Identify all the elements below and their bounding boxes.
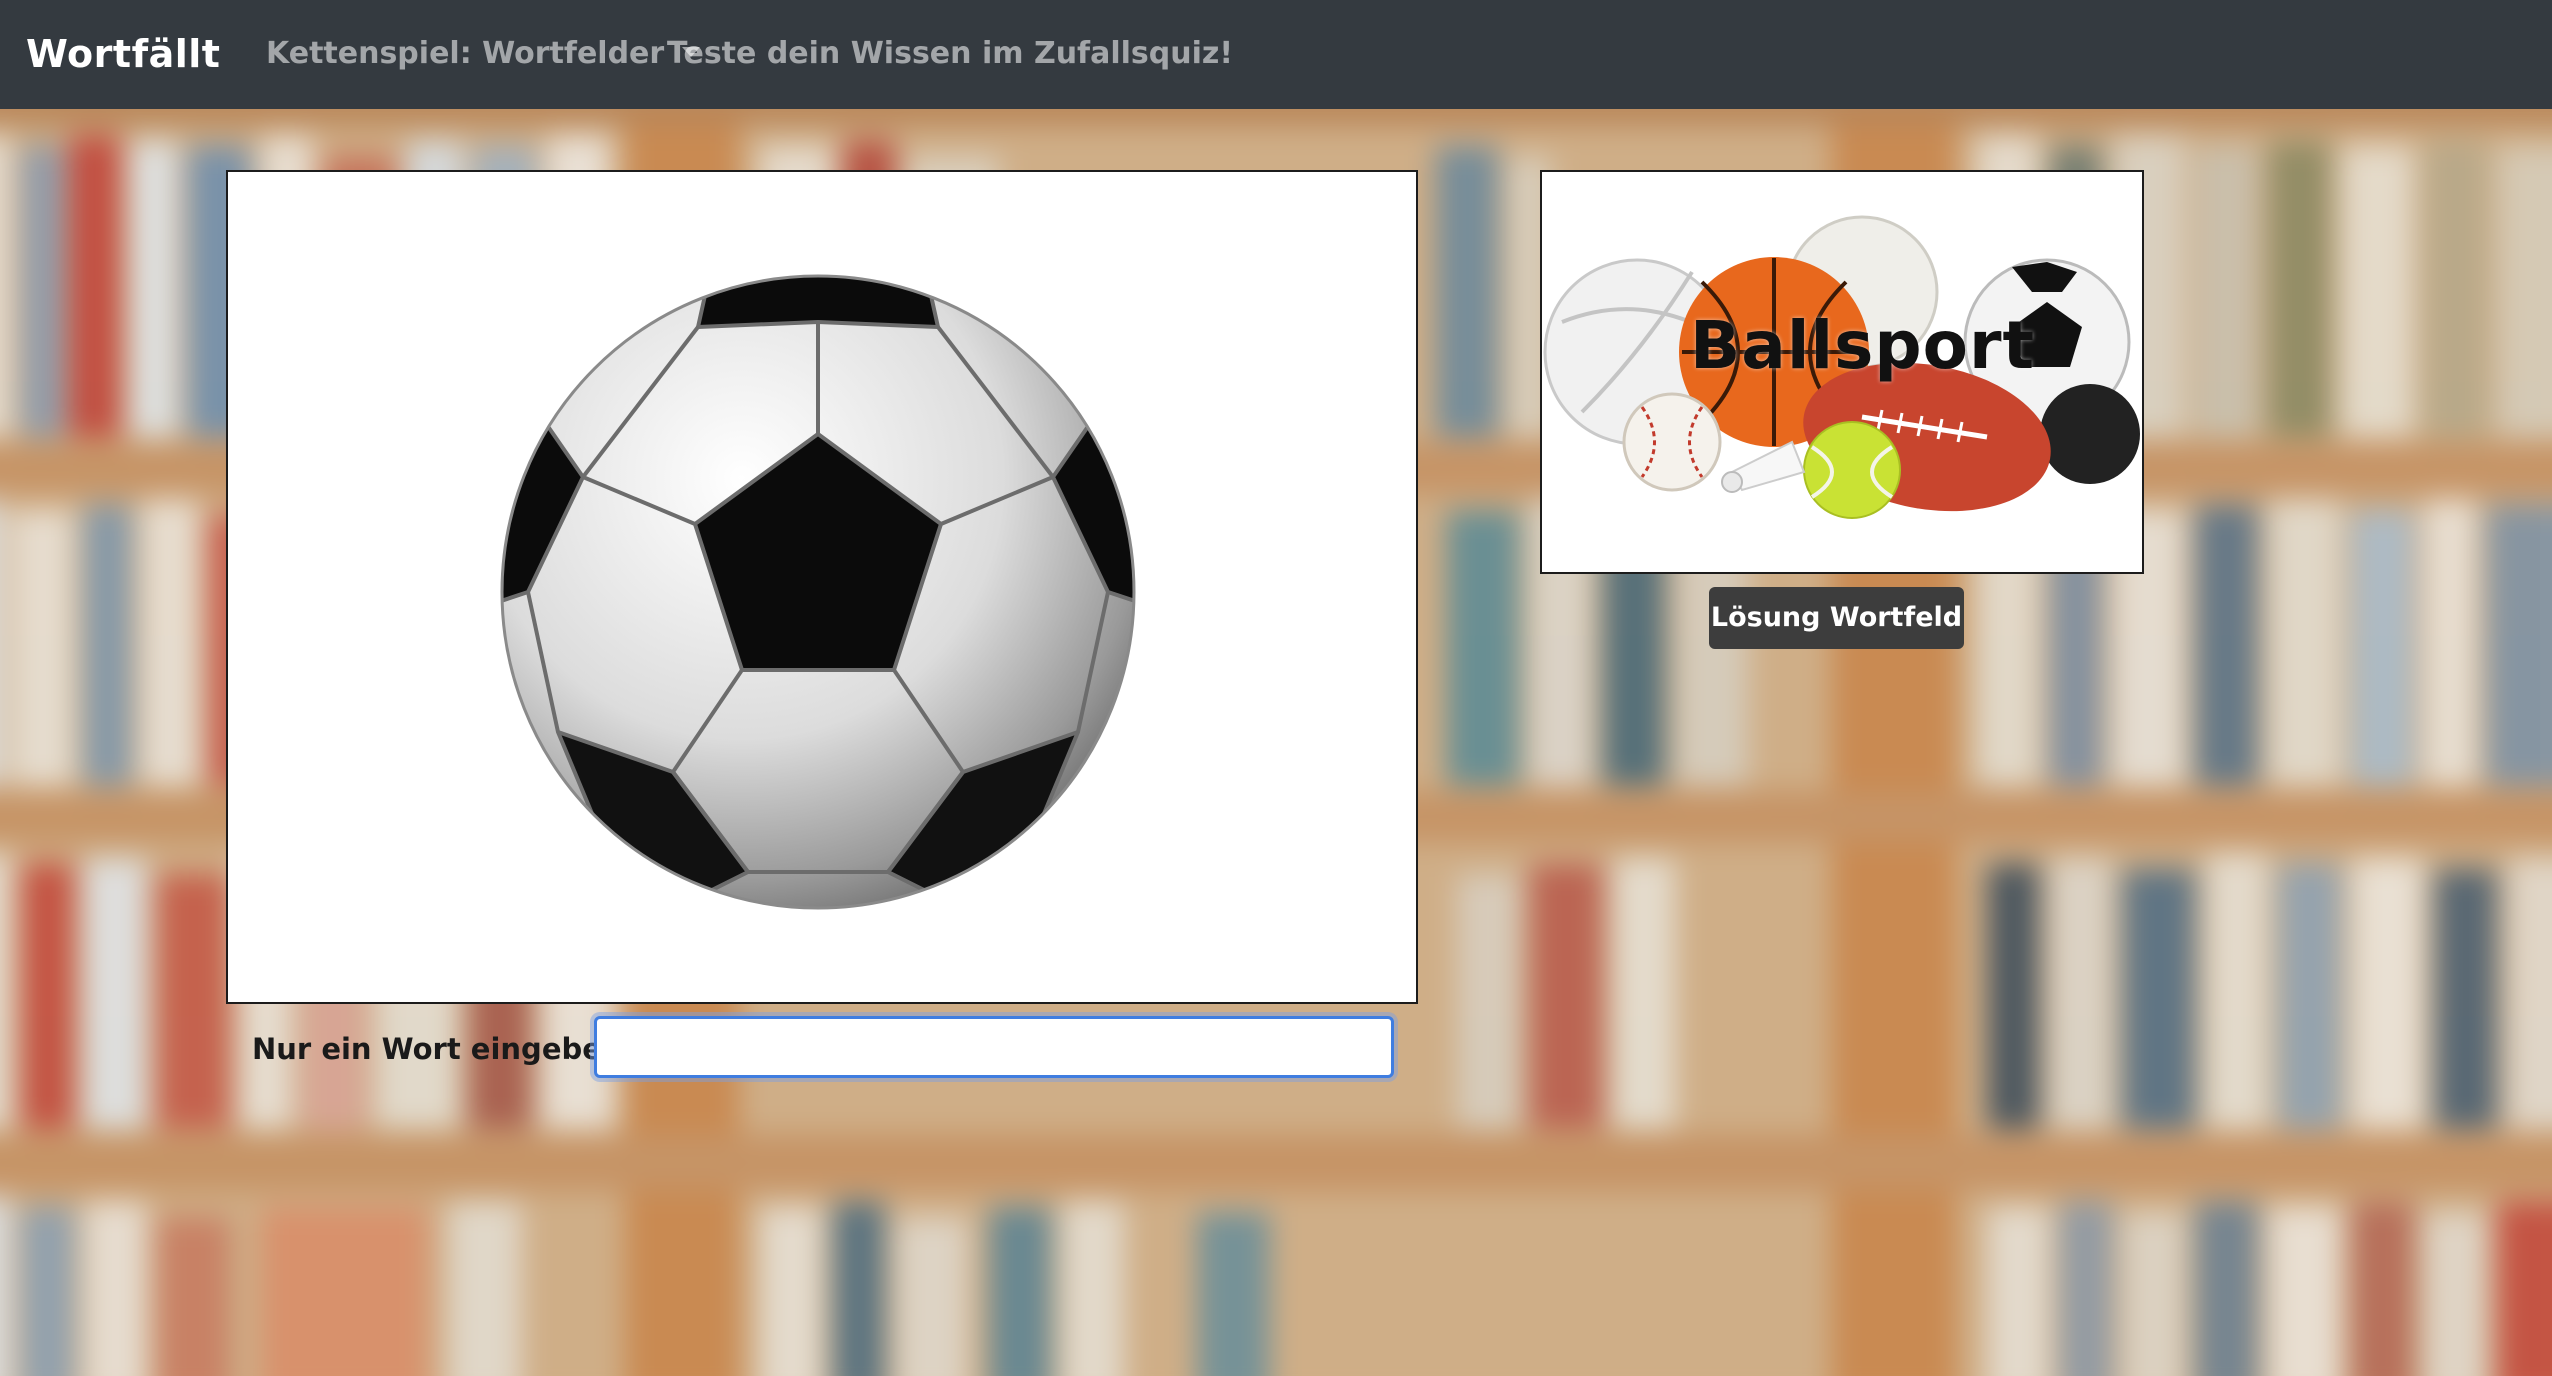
soccer-ball-image [500,274,1136,910]
wortfelder-dropdown-label: Kettenspiel: Wortfelder [266,36,665,71]
top-navbar: Wortfällt Kettenspiel: Wortfelder Teste … [0,0,2552,109]
quiz-image-panel [226,170,1418,1004]
thumbnail-title: Ballsport [1690,307,2036,384]
word-input[interactable] [594,1016,1394,1078]
solution-button[interactable]: Lösung Wortfeld [1709,587,1964,649]
solution-thumbnail: Ballsport [1540,170,2144,574]
brand-logo[interactable]: Wortfällt [26,26,220,82]
random-quiz-link[interactable]: Teste dein Wissen im Zufallsquiz! [667,30,1233,78]
word-input-label: Nur ein Wort eingeben: [252,1032,635,1066]
wortfelder-dropdown[interactable]: Kettenspiel: Wortfelder [266,30,701,78]
